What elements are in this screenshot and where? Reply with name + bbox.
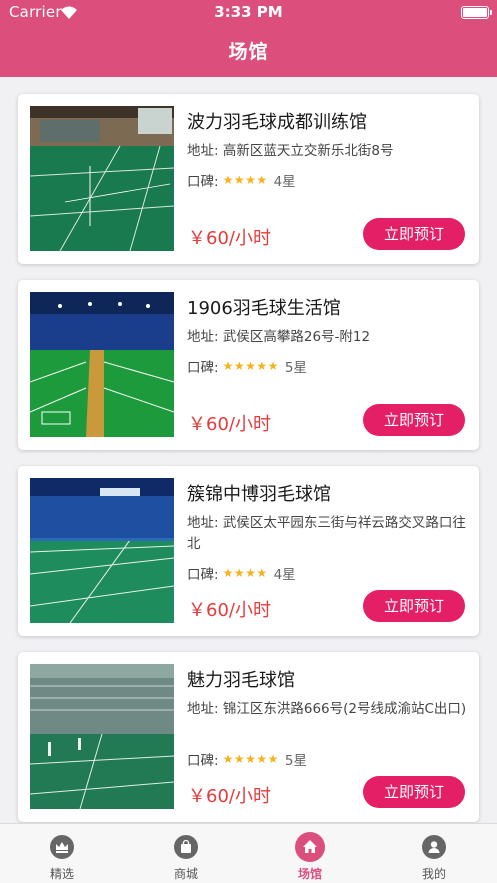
venue-photo-image	[30, 478, 174, 623]
status-bar: Carrier 3:33 PM	[0, 0, 497, 26]
address-label: 地址:	[187, 329, 219, 345]
rating-label: 口碑:	[187, 753, 219, 769]
venue-photo	[30, 664, 174, 809]
header: Carrier 3:33 PM 场馆	[0, 0, 497, 77]
book-now-button[interactable]: 立即预订	[363, 590, 465, 622]
rating-text: 4星	[273, 567, 296, 583]
address-text: 武侯区高攀路26号-附12	[222, 329, 371, 345]
venue-card[interactable]: 波力羽毛球成都训练馆 地址: 高新区蓝天立交新乐北街8号 口碑: ★★★★ 4星…	[18, 94, 479, 264]
rating-label: 口碑:	[187, 567, 219, 583]
star-icons: ★★★★	[222, 566, 268, 580]
home-icon	[295, 832, 325, 862]
address-label: 地址:	[187, 143, 219, 159]
venue-photo	[30, 106, 174, 251]
tab-mall[interactable]: 商城	[124, 824, 248, 883]
tab-label: 我的	[421, 867, 446, 881]
star-icons: ★★★★★	[222, 359, 279, 373]
battery-icon	[461, 6, 492, 19]
tab-label: 商城	[173, 867, 198, 881]
venue-rating: 口碑: ★★★★ 4星	[187, 563, 296, 583]
venue-address: 地址: 武侯区太平园东三街与祥云路交叉路口往北	[187, 513, 467, 555]
venue-card[interactable]: 魅力羽毛球馆 地址: 锦江区东洪路666号(2号线成渝站C出口) 口碑: ★★★…	[18, 652, 479, 822]
venue-name: 魅力羽毛球馆	[187, 670, 295, 691]
shopping-bag-icon	[174, 835, 198, 859]
venue-name: 1906羽毛球生活馆	[187, 298, 341, 319]
venue-price: ￥60/小时	[188, 414, 271, 435]
venue-address: 地址: 锦江区东洪路666号(2号线成渝站C出口)	[187, 699, 467, 720]
venue-price: ￥60/小时	[188, 786, 271, 807]
venue-photo	[30, 292, 174, 437]
star-icons: ★★★★★	[222, 752, 279, 766]
venue-name: 簇锦中博羽毛球馆	[187, 484, 331, 505]
address-text: 武侯区太平园东三街与祥云路交叉路口往北	[187, 515, 466, 552]
book-now-button[interactable]: 立即预订	[363, 218, 465, 250]
tab-featured[interactable]: 精选	[0, 824, 124, 883]
venue-card[interactable]: 簇锦中博羽毛球馆 地址: 武侯区太平园东三街与祥云路交叉路口往北 口碑: ★★★…	[18, 466, 479, 636]
venue-rating: 口碑: ★★★★★ 5星	[187, 356, 307, 376]
page-title: 场馆	[228, 41, 269, 63]
star-icons: ★★★★	[222, 173, 268, 187]
venue-photo-image	[30, 106, 174, 251]
rating-label: 口碑:	[187, 174, 219, 190]
clock: 3:33 PM	[214, 3, 283, 21]
venue-price: ￥60/小时	[188, 228, 271, 249]
tab-mine[interactable]: 我的	[372, 824, 496, 883]
crown-icon	[50, 835, 74, 859]
book-now-button[interactable]: 立即预订	[363, 404, 465, 436]
address-label: 地址:	[187, 515, 219, 531]
rating-label: 口碑:	[187, 360, 219, 376]
address-text: 锦江区东洪路666号(2号线成渝站C出口)	[222, 701, 467, 717]
rating-text: 5星	[284, 753, 307, 769]
address-text: 高新区蓝天立交新乐北街8号	[222, 143, 394, 159]
venue-photo-image	[30, 664, 174, 809]
venue-card[interactable]: 1906羽毛球生活馆 地址: 武侯区高攀路26号-附12 口碑: ★★★★★ 5…	[18, 280, 479, 450]
venue-photo	[30, 478, 174, 623]
rating-text: 5星	[284, 360, 307, 376]
tab-label: 精选	[49, 867, 74, 881]
venue-price: ￥60/小时	[188, 600, 271, 621]
user-icon	[422, 835, 446, 859]
venue-address: 地址: 高新区蓝天立交新乐北街8号	[187, 141, 467, 162]
tab-bar: 精选 商城 场馆 我的	[0, 823, 497, 883]
address-label: 地址:	[187, 701, 219, 717]
venue-address: 地址: 武侯区高攀路26号-附12	[187, 327, 467, 348]
venue-photo-image	[30, 292, 174, 437]
venue-rating: 口碑: ★★★★★ 5星	[187, 749, 307, 769]
venue-rating: 口碑: ★★★★ 4星	[187, 170, 296, 190]
rating-text: 4星	[273, 174, 296, 190]
venue-name: 波力羽毛球成都训练馆	[187, 112, 367, 133]
book-now-button[interactable]: 立即预订	[363, 776, 465, 808]
tab-label: 场馆	[297, 867, 322, 881]
tab-venues[interactable]: 场馆	[248, 824, 372, 883]
